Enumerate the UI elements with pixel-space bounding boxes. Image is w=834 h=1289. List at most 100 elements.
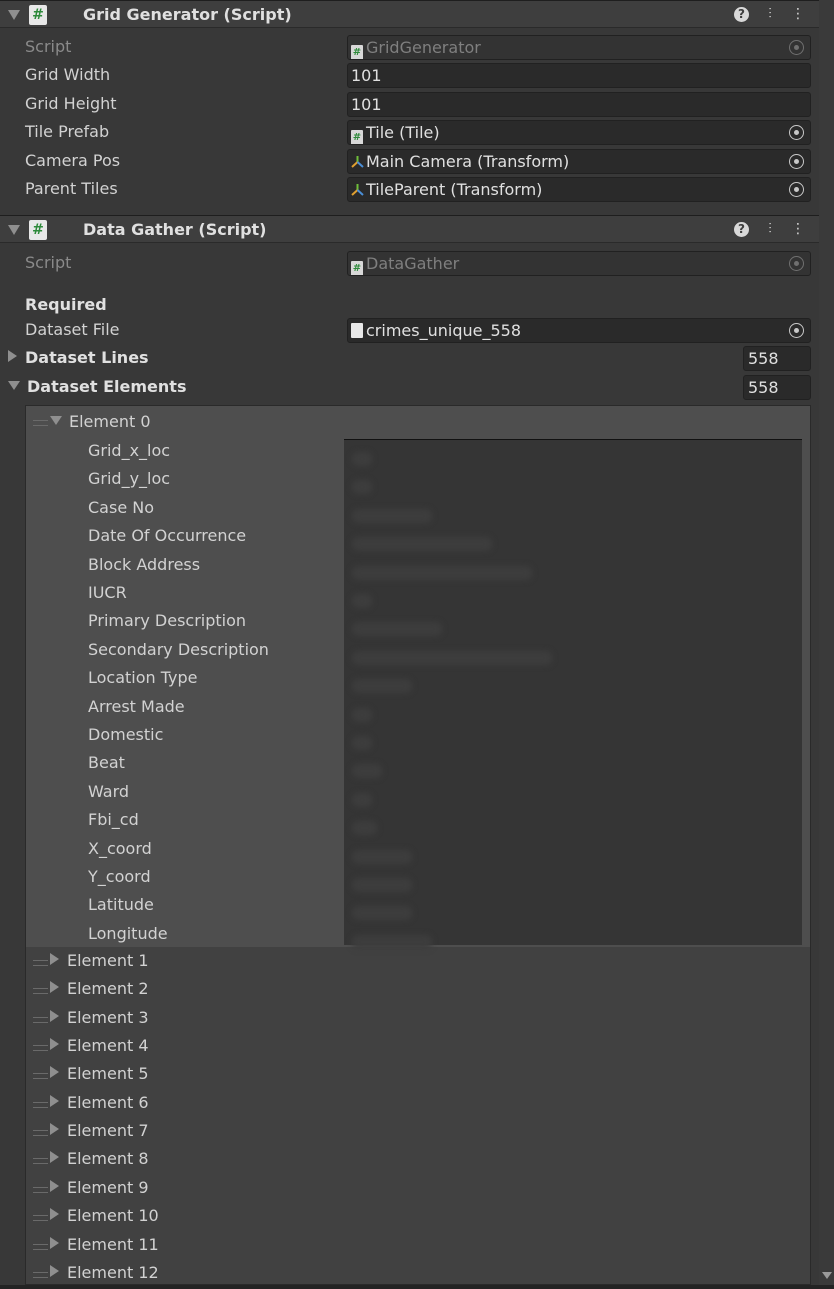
- kebab-menu-icon[interactable]: ⋮: [789, 5, 807, 23]
- foldout-arrow-icon[interactable]: [50, 1123, 59, 1136]
- element-foldout[interactable]: Element 8: [50, 1149, 149, 1168]
- foldout-arrow-icon[interactable]: [50, 1066, 59, 1079]
- element-field-label: Arrest Made: [88, 696, 185, 716]
- element-foldout[interactable]: Element 7: [50, 1121, 149, 1140]
- preset-icon[interactable]: ⫶: [761, 220, 779, 238]
- element-field-label: Y_coord: [88, 867, 151, 886]
- script-icon: #: [351, 130, 363, 144]
- redacted-value: [352, 565, 532, 580]
- element-label: Element 10: [67, 1206, 159, 1226]
- element-foldout[interactable]: Element 11: [50, 1235, 159, 1254]
- redacted-value: [352, 878, 412, 892]
- dataset-file-field[interactable]: crimes_unique_558: [347, 318, 811, 343]
- foldout-arrow-icon[interactable]: [50, 1009, 59, 1022]
- redacted-value: [352, 764, 382, 779]
- foldout-arrow-icon[interactable]: [8, 350, 17, 362]
- element-foldout[interactable]: Element 6: [50, 1093, 149, 1112]
- script-icon: #: [351, 45, 363, 59]
- drag-handle-icon[interactable]: [33, 1073, 48, 1080]
- transform-icon: [351, 152, 364, 168]
- object-picker-icon[interactable]: [789, 154, 804, 169]
- object-picker-icon[interactable]: [789, 323, 804, 338]
- dataset-elements-list: Element 0 Grid_x_loc Grid_y_loc Case No Dat…: [25, 405, 811, 1285]
- dataset-lines-foldout[interactable]: Dataset Lines: [8, 348, 149, 367]
- element-foldout[interactable]: Element 5: [50, 1064, 149, 1083]
- drag-handle-icon[interactable]: [33, 1271, 48, 1278]
- element-field-label: Case No: [88, 497, 154, 517]
- foldout-arrow-icon[interactable]: [50, 1038, 59, 1051]
- foldout-arrow-icon[interactable]: [50, 1236, 59, 1249]
- drag-handle-icon[interactable]: [33, 1243, 48, 1250]
- element-foldout[interactable]: Element 3: [50, 1008, 149, 1027]
- field-value: GridGenerator: [366, 38, 481, 57]
- dataset-elements-size[interactable]: 558: [743, 375, 811, 400]
- grid-generator-field[interactable]: TileParent (Transform): [347, 177, 811, 202]
- element-label: Element 3: [67, 1007, 149, 1027]
- foldout-arrow-icon[interactable]: [50, 981, 59, 994]
- foldout-arrow-icon[interactable]: [50, 953, 59, 965]
- element-label: Element 1: [67, 951, 149, 970]
- help-icon[interactable]: ?: [734, 222, 749, 237]
- element-foldout[interactable]: Element 12: [50, 1263, 159, 1282]
- foldout-arrow-icon[interactable]: [50, 1094, 59, 1107]
- help-icon[interactable]: ?: [734, 7, 749, 22]
- dataset-elements-label: Dataset Elements: [27, 377, 187, 396]
- drag-handle-icon[interactable]: [33, 1016, 48, 1023]
- grid-generator-label: Script: [25, 37, 72, 56]
- component-title: Grid Generator (Script): [83, 5, 292, 24]
- scrollbar[interactable]: [819, 0, 834, 1289]
- grid-generator-header[interactable]: # Grid Generator (Script) ? ⫶ ⋮: [0, 0, 819, 28]
- element-foldout[interactable]: Element 4: [50, 1036, 149, 1055]
- foldout-arrow-icon[interactable]: [8, 10, 20, 20]
- dataset-file-label: Dataset File: [25, 320, 120, 339]
- drag-handle-icon[interactable]: [33, 420, 48, 426]
- grid-generator-field: # GridGenerator: [347, 35, 811, 60]
- element-0-foldout[interactable]: Element 0: [50, 412, 151, 431]
- drag-handle-icon[interactable]: [33, 988, 48, 995]
- dataset-elements-foldout[interactable]: Dataset Elements: [8, 377, 186, 396]
- foldout-arrow-icon[interactable]: [50, 1264, 59, 1277]
- grid-generator-field[interactable]: Main Camera (Transform): [347, 149, 811, 174]
- drag-handle-icon[interactable]: [33, 1215, 48, 1222]
- drag-handle-icon[interactable]: [33, 1130, 48, 1137]
- drag-handle-icon[interactable]: [33, 1045, 48, 1052]
- dataset-lines-label: Dataset Lines: [25, 348, 149, 367]
- element-label: Element 2: [67, 979, 149, 999]
- field-value: Tile (Tile): [366, 123, 440, 142]
- dataset-lines-size[interactable]: 558: [743, 346, 811, 371]
- field-value: TileParent (Transform): [366, 180, 543, 199]
- grid-generator-field[interactable]: 101: [347, 92, 811, 117]
- scroll-down-arrow-icon[interactable]: [822, 1272, 832, 1279]
- grid-generator-field[interactable]: 101: [347, 63, 811, 88]
- drag-handle-icon[interactable]: [33, 1101, 48, 1108]
- foldout-arrow-icon[interactable]: [50, 1151, 59, 1164]
- grid-generator-field[interactable]: # Tile (Tile): [347, 120, 811, 145]
- foldout-arrow-icon[interactable]: [50, 416, 62, 425]
- drag-handle-icon[interactable]: [33, 1158, 48, 1165]
- drag-handle-icon[interactable]: [33, 1186, 48, 1193]
- element-foldout[interactable]: Element 2: [50, 979, 149, 998]
- foldout-arrow-icon[interactable]: [8, 381, 20, 390]
- grid-generator-label: Camera Pos: [25, 151, 121, 170]
- foldout-arrow-icon[interactable]: [8, 225, 20, 235]
- grid-generator-label: Tile Prefab: [25, 122, 110, 141]
- script-icon: #: [29, 220, 47, 240]
- grid-generator-label: Grid Width: [25, 65, 111, 84]
- element-foldout[interactable]: Element 10: [50, 1206, 159, 1225]
- kebab-menu-icon[interactable]: ⋮: [789, 220, 807, 238]
- object-picker-icon: [789, 256, 804, 271]
- drag-handle-icon[interactable]: [33, 960, 48, 966]
- redacted-value: [352, 679, 412, 694]
- object-picker-icon[interactable]: [789, 125, 804, 140]
- element-foldout[interactable]: Element 1: [50, 951, 149, 970]
- script-icon: #: [351, 261, 363, 275]
- preset-icon[interactable]: ⫶: [761, 5, 779, 23]
- foldout-arrow-icon[interactable]: [50, 1208, 59, 1221]
- element-0-panel: Element 0 Grid_x_loc Grid_y_loc Case No Dat…: [26, 406, 810, 949]
- redacted-value: [352, 934, 432, 949]
- object-picker-icon[interactable]: [789, 182, 804, 197]
- foldout-arrow-icon[interactable]: [50, 1179, 59, 1192]
- data-gather-header[interactable]: # Data Gather (Script) ? ⫶ ⋮: [0, 215, 819, 243]
- element-foldout[interactable]: Element 9: [50, 1178, 149, 1197]
- redacted-value: [352, 650, 552, 665]
